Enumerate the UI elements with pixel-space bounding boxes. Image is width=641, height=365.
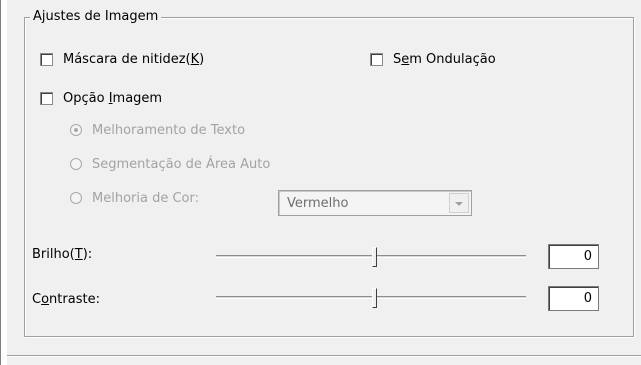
text-enhancement-label: Melhoramento de Texto [92, 122, 246, 138]
unsharp-mask-label: Máscara de nitidez(K) [63, 51, 205, 67]
brightness-value-input[interactable]: 0 [548, 244, 599, 269]
radio-button-selected[interactable] [70, 124, 82, 136]
descreening-checkbox-box[interactable] [370, 52, 383, 66]
groupbox-title: Ajustes de Imagem [30, 8, 162, 26]
unsharp-mask-checkbox-box[interactable] [40, 52, 53, 66]
panel-bottom-border [7, 355, 641, 357]
panel-left-border [0, 0, 2, 365]
color-enhance-label: Melhoria de Cor: [92, 190, 199, 206]
image-option-label: Opção Imagem [63, 90, 163, 106]
color-enhance-select[interactable]: Vermelho [278, 190, 472, 216]
brightness-slider-thumb[interactable] [371, 247, 377, 267]
brightness-label: Brilho(T): [32, 246, 93, 262]
descreening-checkbox[interactable]: Sem Ondulação [370, 50, 496, 68]
radio-button[interactable] [70, 158, 82, 170]
contrast-slider-thumb[interactable] [371, 288, 377, 308]
auto-area-segmentation-label: Segmentação de Área Auto [92, 156, 271, 172]
descreening-label: Sem Ondulação [393, 51, 496, 67]
contrast-label: Co ntraste: [32, 291, 100, 307]
auto-area-segmentation-radio[interactable]: Segmentação de Área Auto [70, 155, 270, 173]
text-enhancement-radio[interactable]: Melhoramento de Texto [70, 121, 245, 139]
radio-button[interactable] [70, 192, 82, 204]
contrast-value-input[interactable]: 0 [548, 286, 599, 311]
color-enhance-select-value: Vermelho [287, 196, 349, 211]
chevron-down-icon[interactable] [449, 193, 469, 213]
image-option-checkbox[interactable]: Opção Imagem [40, 89, 162, 107]
contrast-value: 0 [583, 291, 592, 306]
color-enhance-radio[interactable]: Melhoria de Cor: [70, 189, 199, 207]
brightness-value: 0 [583, 249, 592, 264]
image-option-checkbox-box[interactable] [40, 91, 53, 105]
unsharp-mask-checkbox[interactable]: Máscara de nitidez(K) [40, 50, 204, 68]
